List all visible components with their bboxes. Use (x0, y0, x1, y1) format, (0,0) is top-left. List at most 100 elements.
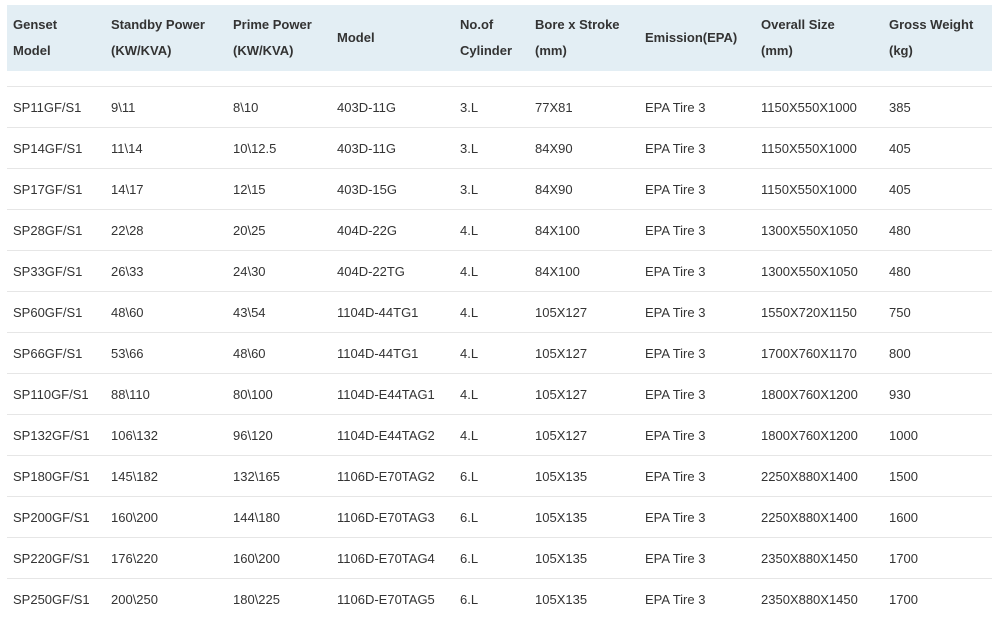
cell-overall-size: 1700X760X1170 (755, 332, 883, 374)
cell-gross-weight: 405 (883, 127, 992, 169)
cell-engine-model: 403D-11G (331, 86, 454, 128)
cell-standby-power: 106\132 (105, 414, 227, 456)
cell-gross-weight: 750 (883, 291, 992, 333)
cell-prime-power: 80\100 (227, 373, 331, 415)
cell-standby-power: 26\33 (105, 250, 227, 292)
cell-cylinders: 3.L (454, 86, 529, 128)
cell-emission: EPA Tire 3 (639, 373, 755, 415)
cell-standby-power: 176\220 (105, 537, 227, 579)
cell-emission: EPA Tire 3 (639, 291, 755, 333)
cell-engine-model: 1106D-E70TAG2 (331, 455, 454, 497)
cell-overall-size: 1550X720X1150 (755, 291, 883, 333)
cell-gross-weight: 1600 (883, 496, 992, 538)
cell-emission: EPA Tire 3 (639, 250, 755, 292)
cell-bore-stroke: 84X100 (529, 250, 639, 292)
cell-prime-power: 24\30 (227, 250, 331, 292)
cell-bore-stroke: 105X135 (529, 537, 639, 579)
cell-overall-size: 2250X880X1400 (755, 496, 883, 538)
cell-emission: EPA Tire 3 (645, 591, 706, 607)
cell-standby-power: 53\66 (105, 332, 227, 374)
cell-genset-model: SP220GF/S1 (7, 537, 105, 579)
cell-prime-power: 144\180 (227, 496, 331, 538)
cell-prime-power: 43\54 (227, 291, 331, 333)
page: Genset Model Standby Power (KW/KVA) Prim… (0, 0, 1000, 626)
cell-overall-size: 1800X760X1200 (755, 414, 883, 456)
cell-engine-model: 404D-22TG (331, 250, 454, 292)
table-row: SP250GF/S1 200\250 180\225 1106D-E70TAG5 6.L… (7, 579, 992, 620)
cell-overall-size: 1300X550X1050 (755, 250, 883, 292)
cell-bore-stroke: 105X127 (529, 373, 639, 415)
header-bore-stroke: Bore x Stroke (mm) (535, 17, 620, 58)
cell-overall-size: 2350X880X1450 (761, 591, 858, 607)
cell-cylinders: 3.L (454, 127, 529, 169)
cell-standby-power: 14\17 (105, 168, 227, 210)
cell-cylinders: 6.L (454, 496, 529, 538)
cell-gross-weight: 930 (883, 373, 992, 415)
cell-bore-stroke: 105X135 (535, 591, 588, 607)
cell-genset-model: SP11GF/S1 (7, 86, 105, 128)
table-row: SP14GF/S1 11\14 10\12.5 403D-11G 3.L 84X90 EPA… (7, 127, 992, 169)
cell-overall-size: 2350X880X1450 (755, 537, 883, 579)
cell-emission: EPA Tire 3 (639, 414, 755, 456)
cell-bore-stroke: 105X135 (529, 455, 639, 497)
cell-bore-stroke: 105X127 (529, 414, 639, 456)
cell-prime-power: 48\60 (227, 332, 331, 374)
cell-genset-model: SP132GF/S1 (7, 414, 105, 456)
cell-emission: EPA Tire 3 (639, 168, 755, 210)
cell-emission: EPA Tire 3 (639, 537, 755, 579)
table-row: SP132GF/S1 106\132 96\120 1104D-E44TAG2 4.L 1… (7, 414, 992, 456)
cell-genset-model: SP60GF/S1 (7, 291, 105, 333)
cell-emission: EPA Tire 3 (639, 127, 755, 169)
header-cylinders: No.of Cylinder (460, 17, 513, 58)
cell-standby-power: 160\200 (105, 496, 227, 538)
cell-overall-size: 1300X550X1050 (755, 209, 883, 251)
header-engine-model: Model (337, 30, 375, 45)
cell-genset-model: SP250GF/S1 (13, 591, 90, 607)
cell-gross-weight: 480 (883, 209, 992, 251)
header-gross-weight: Gross Weight (kg) (889, 17, 974, 58)
header-row: Genset Model Standby Power (KW/KVA) Prim… (7, 5, 992, 71)
cell-cylinders: 4.L (454, 373, 529, 415)
table-spacer (7, 71, 992, 87)
cell-prime-power: 160\200 (227, 537, 331, 579)
cell-engine-model: 1106D-E70TAG3 (331, 496, 454, 538)
cell-overall-size: 1150X550X1000 (755, 86, 883, 128)
table-row: SP110GF/S1 88\110 80\100 1104D-E44TAG1 4.L 10… (7, 373, 992, 415)
cell-emission: EPA Tire 3 (639, 86, 755, 128)
cell-engine-model: 1104D-E44TAG1 (331, 373, 454, 415)
cell-cylinders: 6.L (454, 537, 529, 579)
cell-bore-stroke: 84X100 (529, 209, 639, 251)
cell-standby-power: 145\182 (105, 455, 227, 497)
cell-gross-weight: 1700 (883, 537, 992, 579)
cell-cylinders: 3.L (454, 168, 529, 210)
cell-engine-model: 1104D-44TG1 (331, 291, 454, 333)
header-emission: Emission(EPA) (645, 30, 738, 45)
cell-genset-model: SP14GF/S1 (7, 127, 105, 169)
cell-bore-stroke: 84X90 (529, 127, 639, 169)
cell-overall-size: 1800X760X1200 (755, 373, 883, 415)
table-header: Genset Model Standby Power (KW/KVA) Prim… (7, 5, 992, 71)
cell-emission: EPA Tire 3 (639, 209, 755, 251)
cell-cylinders: 4.L (454, 414, 529, 456)
table-body: SP11GF/S1 9\11 8\10 403D-11G 3.L 77X81 EPA Tir… (7, 86, 992, 620)
cell-genset-model: SP33GF/S1 (7, 250, 105, 292)
table-row: SP66GF/S1 53\66 48\60 1104D-44TG1 4.L 105X127… (7, 332, 992, 374)
cell-prime-power: 132\165 (227, 455, 331, 497)
cell-gross-weight: 1700 (889, 591, 918, 607)
cell-standby-power: 200\250 (111, 591, 158, 607)
cell-standby-power: 22\28 (105, 209, 227, 251)
cell-engine-model: 1106D-E70TAG5 (337, 591, 435, 607)
cell-genset-model: SP180GF/S1 (7, 455, 105, 497)
cell-bore-stroke: 105X135 (529, 496, 639, 538)
cell-emission: EPA Tire 3 (639, 496, 755, 538)
cell-overall-size: 1150X550X1000 (755, 127, 883, 169)
cell-engine-model: 1104D-44TG1 (331, 332, 454, 374)
cell-prime-power: 180\225 (233, 591, 280, 607)
cell-overall-size: 1150X550X1000 (755, 168, 883, 210)
cell-gross-weight: 385 (883, 86, 992, 128)
table-row: SP60GF/S1 48\60 43\54 1104D-44TG1 4.L 105X127… (7, 291, 992, 333)
cell-genset-model: SP28GF/S1 (7, 209, 105, 251)
cell-genset-model: SP200GF/S1 (7, 496, 105, 538)
table-row: SP28GF/S1 22\28 20\25 404D-22G 4.L 84X100 EPA … (7, 209, 992, 251)
cell-prime-power: 10\12.5 (227, 127, 331, 169)
